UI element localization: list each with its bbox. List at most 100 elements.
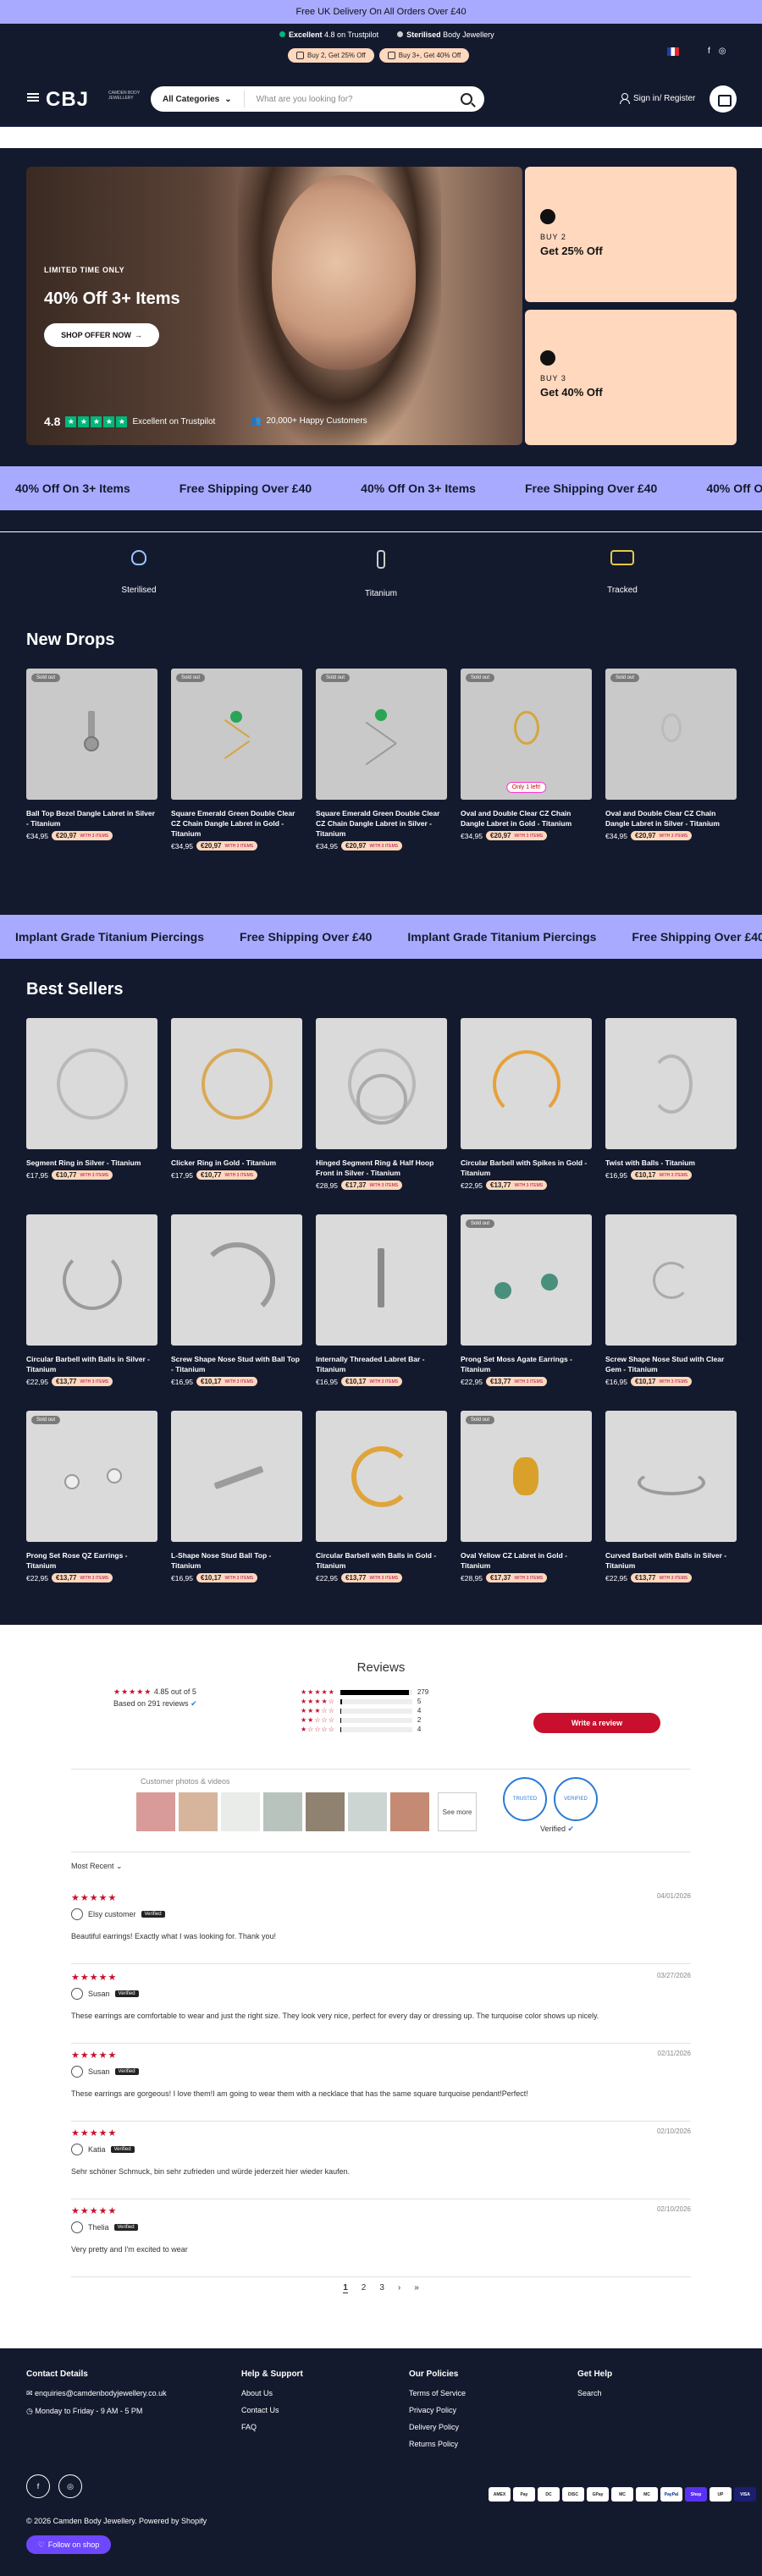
instagram-icon[interactable]: ◎ — [719, 47, 726, 56]
search-icon[interactable] — [461, 93, 472, 105]
footer-link[interactable]: FAQ — [241, 2423, 303, 2431]
page-1[interactable]: 1 — [343, 2283, 348, 2293]
product-image[interactable] — [171, 1018, 302, 1149]
flag-icon[interactable] — [667, 47, 679, 56]
histogram-row[interactable]: ★★★★☆ 5 — [301, 1697, 428, 1706]
product-card[interactable]: Twist with Balls - Titanium €16,95 €10,17 W… — [605, 1018, 737, 1180]
product-image[interactable] — [316, 1214, 447, 1346]
next-page-icon[interactable]: › — [398, 2283, 400, 2293]
review-photo[interactable] — [390, 1792, 429, 1831]
product-image[interactable] — [605, 1018, 737, 1149]
product-card[interactable]: Circular Barbell with Spikes in Gold - T… — [461, 1018, 592, 1190]
product-name[interactable]: Square Emerald Green Double Clear CZ Cha… — [316, 808, 447, 839]
see-more-photos[interactable]: See more — [438, 1792, 477, 1831]
histogram-row[interactable]: ★☆☆☆☆ 4 — [301, 1725, 428, 1734]
product-name[interactable]: L-Shape Nose Stud Ball Top - Titanium — [171, 1550, 302, 1571]
product-name[interactable]: Segment Ring in Silver - Titanium — [26, 1158, 157, 1168]
email-link[interactable]: ✉ enquiries@camdenbodyjewellery.co.uk — [26, 2389, 167, 2398]
product-card[interactable]: Segment Ring in Silver - Titanium €17,95 €… — [26, 1018, 157, 1180]
product-name[interactable]: Prong Set Moss Agate Earrings - Titanium — [461, 1354, 592, 1374]
product-card[interactable]: Screw Shape Nose Stud with Clear Gem - T… — [605, 1214, 737, 1386]
product-image[interactable] — [171, 1214, 302, 1346]
product-image[interactable]: Sold out — [171, 669, 302, 800]
product-image[interactable] — [605, 1411, 737, 1542]
last-page-icon[interactable]: » — [414, 2283, 419, 2293]
review-photo[interactable] — [179, 1792, 218, 1831]
product-card[interactable]: L-Shape Nose Stud Ball Top - Titanium €16… — [171, 1411, 302, 1582]
review-photo[interactable] — [136, 1792, 175, 1831]
instagram-icon[interactable]: ◎ — [58, 2474, 82, 2498]
follow-on-shop-button[interactable]: ♡ Follow on shop — [26, 2535, 111, 2554]
offer-pill-2[interactable]: Buy 3+, Get 40% Off — [378, 48, 470, 63]
menu-icon[interactable] — [27, 93, 39, 102]
review-photo[interactable] — [348, 1792, 387, 1831]
product-name[interactable]: Ball Top Bezel Dangle Labret in Silver -… — [26, 808, 157, 828]
product-card[interactable]: Circular Barbell with Balls in Silver - … — [26, 1214, 157, 1386]
product-image[interactable] — [171, 1411, 302, 1542]
product-card[interactable]: Clicker Ring in Gold - Titanium €17,95 €10… — [171, 1018, 302, 1180]
cart-icon[interactable] — [710, 85, 737, 113]
footer-link[interactable]: Delivery Policy — [409, 2423, 466, 2431]
product-card[interactable]: Sold out Oval Yellow CZ Labret in Gold - … — [461, 1411, 592, 1582]
product-name[interactable]: Clicker Ring in Gold - Titanium — [171, 1158, 302, 1168]
product-name[interactable]: Curved Barbell with Balls in Silver - Ti… — [605, 1550, 737, 1571]
product-card[interactable]: Circular Barbell with Balls in Gold - Ti… — [316, 1411, 447, 1582]
product-image[interactable]: Sold out — [461, 1411, 592, 1542]
facebook-icon[interactable]: f — [26, 2474, 50, 2498]
product-name[interactable]: Screw Shape Nose Stud with Clear Gem - T… — [605, 1354, 737, 1374]
product-name[interactable]: Twist with Balls - Titanium — [605, 1158, 737, 1168]
footer-link[interactable]: Contact Us — [241, 2406, 303, 2414]
product-image[interactable] — [316, 1018, 447, 1149]
shop-offer-button[interactable]: SHOP OFFER NOW → — [44, 323, 159, 347]
product-name[interactable]: Hinged Segment Ring & Half Hoop Front in… — [316, 1158, 447, 1178]
product-card[interactable]: Sold out Prong Set Moss Agate Earrings - … — [461, 1214, 592, 1386]
product-image[interactable]: Sold out — [605, 669, 737, 800]
product-card[interactable]: Hinged Segment Ring & Half Hoop Front in… — [316, 1018, 447, 1190]
product-card[interactable]: Sold out Oval and Double Clear CZ Chain D… — [605, 669, 737, 840]
product-card[interactable]: Curved Barbell with Balls in Silver - Ti… — [605, 1411, 737, 1582]
write-review-button[interactable]: Write a review — [533, 1713, 660, 1733]
product-card[interactable]: Sold out Square Emerald Green Double Clea… — [171, 669, 302, 850]
search-input[interactable]: What are you looking for? — [245, 95, 461, 104]
logo[interactable]: CBJ — [46, 88, 89, 112]
review-photo[interactable] — [221, 1792, 260, 1831]
histogram-row[interactable]: ★★☆☆☆ 2 — [301, 1715, 428, 1725]
histogram-row[interactable]: ★★★☆☆ 4 — [301, 1706, 428, 1715]
sort-select[interactable]: Most Recent ⌄ — [71, 1862, 123, 1871]
page-2[interactable]: 2 — [362, 2283, 367, 2293]
product-image[interactable] — [316, 1411, 447, 1542]
footer-link[interactable]: About Us — [241, 2389, 303, 2397]
product-name[interactable]: Internally Threaded Labret Bar - Titaniu… — [316, 1354, 447, 1374]
review-photo[interactable] — [306, 1792, 345, 1831]
promo-card-2[interactable]: BUY 3 Get 40% Off — [525, 310, 737, 445]
product-name[interactable]: Screw Shape Nose Stud with Ball Top - Ti… — [171, 1354, 302, 1374]
product-image[interactable]: Sold out — [26, 669, 157, 800]
facebook-icon[interactable]: f — [708, 47, 710, 56]
product-name[interactable]: Circular Barbell with Spikes in Gold - T… — [461, 1158, 592, 1178]
product-image[interactable]: Sold out — [316, 669, 447, 800]
product-image[interactable]: Sold out Only 1 left! — [461, 669, 592, 800]
product-card[interactable]: Sold out Prong Set Rose QZ Earrings - Tit… — [26, 1411, 157, 1582]
footer-link[interactable]: Terms of Service — [409, 2389, 466, 2397]
footer-link[interactable]: Search — [577, 2389, 612, 2397]
product-name[interactable]: Oval and Double Clear CZ Chain Dangle La… — [605, 808, 737, 828]
footer-link[interactable]: Returns Policy — [409, 2440, 466, 2448]
product-card[interactable]: Sold out Square Emerald Green Double Clea… — [316, 669, 447, 850]
product-name[interactable]: Prong Set Rose QZ Earrings - Titanium — [26, 1550, 157, 1571]
signin-link[interactable]: Sign in/ Register — [620, 93, 695, 104]
product-name[interactable]: Oval and Double Clear CZ Chain Dangle La… — [461, 808, 592, 828]
offer-pill-1[interactable]: Buy 2, Get 25% Off — [288, 48, 374, 63]
product-image[interactable] — [461, 1018, 592, 1149]
product-image[interactable] — [605, 1214, 737, 1346]
product-image[interactable]: Sold out — [461, 1214, 592, 1346]
product-card[interactable]: Sold out Ball Top Bezel Dangle Labret in … — [26, 669, 157, 840]
product-card[interactable]: Sold out Only 1 left! Oval and Double Clea… — [461, 669, 592, 840]
product-image[interactable] — [26, 1214, 157, 1346]
product-image[interactable] — [26, 1018, 157, 1149]
product-name[interactable]: Square Emerald Green Double Clear CZ Cha… — [171, 808, 302, 839]
footer-link[interactable]: Privacy Policy — [409, 2406, 466, 2414]
product-image[interactable]: Sold out — [26, 1411, 157, 1542]
product-card[interactable]: Internally Threaded Labret Bar - Titaniu… — [316, 1214, 447, 1386]
promo-card-1[interactable]: BUY 2 Get 25% Off — [525, 167, 737, 302]
category-select[interactable]: All Categories ⌄ — [151, 91, 245, 107]
